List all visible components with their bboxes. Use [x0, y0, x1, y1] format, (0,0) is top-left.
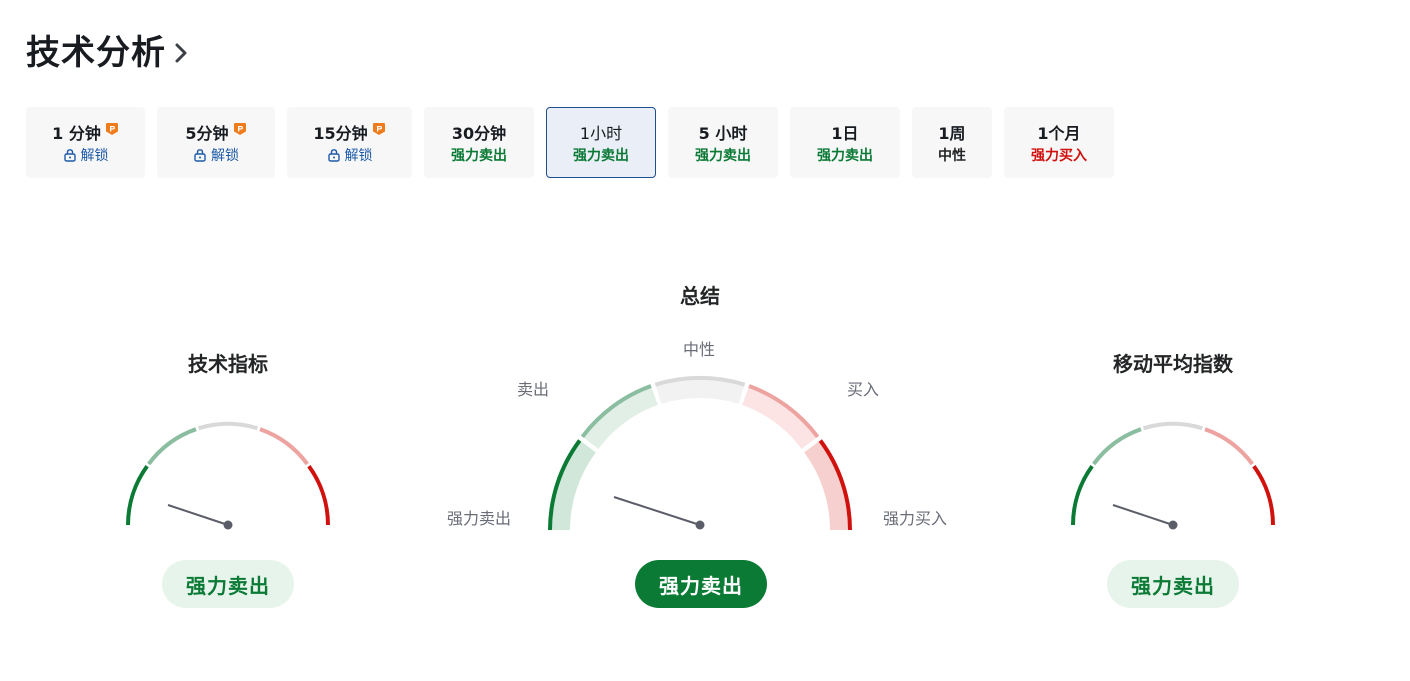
technical-indicators-result-badge: 强力卖出 — [162, 560, 294, 608]
tab-status: 解锁 — [211, 147, 239, 164]
pro-badge-icon — [233, 122, 247, 136]
tab-1-minute[interactable]: 1 分钟 解锁 — [26, 107, 145, 178]
gauge-needle-pivot — [1168, 520, 1178, 530]
gauge-needle-pivot — [695, 520, 705, 530]
gauge-segment-strong-buy — [307, 465, 330, 526]
gauge-segment-sell — [1092, 427, 1142, 466]
tab-status: 强力卖出 — [695, 147, 751, 164]
tab-status: 强力卖出 — [573, 147, 629, 164]
tab-label: 1日 — [831, 123, 859, 143]
tab-label: 15分钟 — [313, 123, 368, 143]
gauge-needle-pivot — [223, 520, 233, 530]
tab-label: 1小时 — [579, 123, 623, 143]
scale-label-strong-sell: 强力卖出 — [447, 509, 512, 528]
lock-icon — [63, 148, 77, 162]
gauge-band-neutral — [655, 378, 745, 404]
lock-icon — [193, 148, 207, 162]
tab-1-month[interactable]: 1个月 强力买入 — [1004, 107, 1114, 178]
gauge-band-strong-buy — [804, 440, 850, 531]
moving-averages-gauge — [1071, 421, 1275, 530]
gauge-segment-strong-sell — [1071, 465, 1094, 526]
gauge-arc — [1071, 421, 1275, 526]
tab-status: 强力卖出 — [451, 147, 507, 164]
gauge-needle — [1112, 504, 1174, 526]
tab-1-week[interactable]: 1周 中性 — [912, 107, 992, 178]
technical-analysis-widget: 技术分析 1 分钟 解锁 5分钟 解锁 15分钟 解锁 30分钟 强力卖出 1小… — [0, 0, 1410, 681]
tab-label: 1周 — [938, 123, 966, 143]
gauge-segment-buy — [259, 427, 309, 466]
summary-gauge — [548, 375, 852, 531]
tab-status: 解锁 — [344, 147, 373, 164]
gauge-band-strong-sell — [550, 440, 596, 531]
lock-icon — [327, 148, 341, 162]
tab-label: 5分钟 — [185, 123, 229, 143]
tab-status: 强力卖出 — [817, 147, 873, 164]
technical-indicators-title: 技术指标 — [188, 352, 268, 376]
tab-5-minutes[interactable]: 5分钟 解锁 — [157, 107, 275, 178]
moving-averages-title: 移动平均指数 — [1113, 352, 1233, 376]
moving-averages-result-badge: 强力卖出 — [1107, 560, 1239, 608]
summary-title: 总结 — [680, 284, 720, 308]
tab-label: 1个月 — [1037, 123, 1081, 143]
tab-15-minutes[interactable]: 15分钟 解锁 — [287, 107, 412, 178]
technical-indicators-gauge — [126, 421, 330, 530]
summary-result-badge: 强力卖出 — [635, 560, 767, 608]
pro-badge-icon — [105, 122, 119, 136]
scale-label-neutral: 中性 — [683, 340, 716, 359]
section-header-link[interactable]: 技术分析 — [26, 30, 188, 76]
gauge-needle — [613, 496, 701, 526]
tab-status: 强力买入 — [1031, 147, 1087, 164]
chevron-right-icon — [174, 42, 188, 68]
gauge-segment-neutral — [1143, 421, 1203, 431]
gauge-segment-buy — [1204, 427, 1254, 466]
scale-label-strong-buy: 强力买入 — [883, 509, 948, 528]
gauge-arc — [126, 421, 330, 526]
tab-5-hours[interactable]: 5 小时 强力卖出 — [668, 107, 778, 178]
tab-status: 解锁 — [80, 147, 109, 164]
gauge-segment-sell — [147, 427, 197, 466]
tab-1-hour[interactable]: 1小时 强力卖出 — [546, 107, 656, 178]
gauge-segment-strong-sell — [126, 465, 149, 526]
tab-label: 30分钟 — [451, 123, 507, 143]
tab-label: 1 分钟 — [52, 123, 101, 143]
gauge-needle — [167, 504, 229, 526]
tab-status: 中性 — [938, 147, 966, 164]
tab-label: 5 小时 — [698, 123, 748, 143]
gauge-segment-neutral — [198, 421, 258, 431]
tab-1-day[interactable]: 1日 强力卖出 — [790, 107, 900, 178]
gauge-segment-strong-buy — [1252, 465, 1275, 526]
pro-badge-icon — [372, 122, 386, 136]
page-title: 技术分析 — [26, 33, 166, 73]
tab-30-minutes[interactable]: 30分钟 强力卖出 — [424, 107, 534, 178]
